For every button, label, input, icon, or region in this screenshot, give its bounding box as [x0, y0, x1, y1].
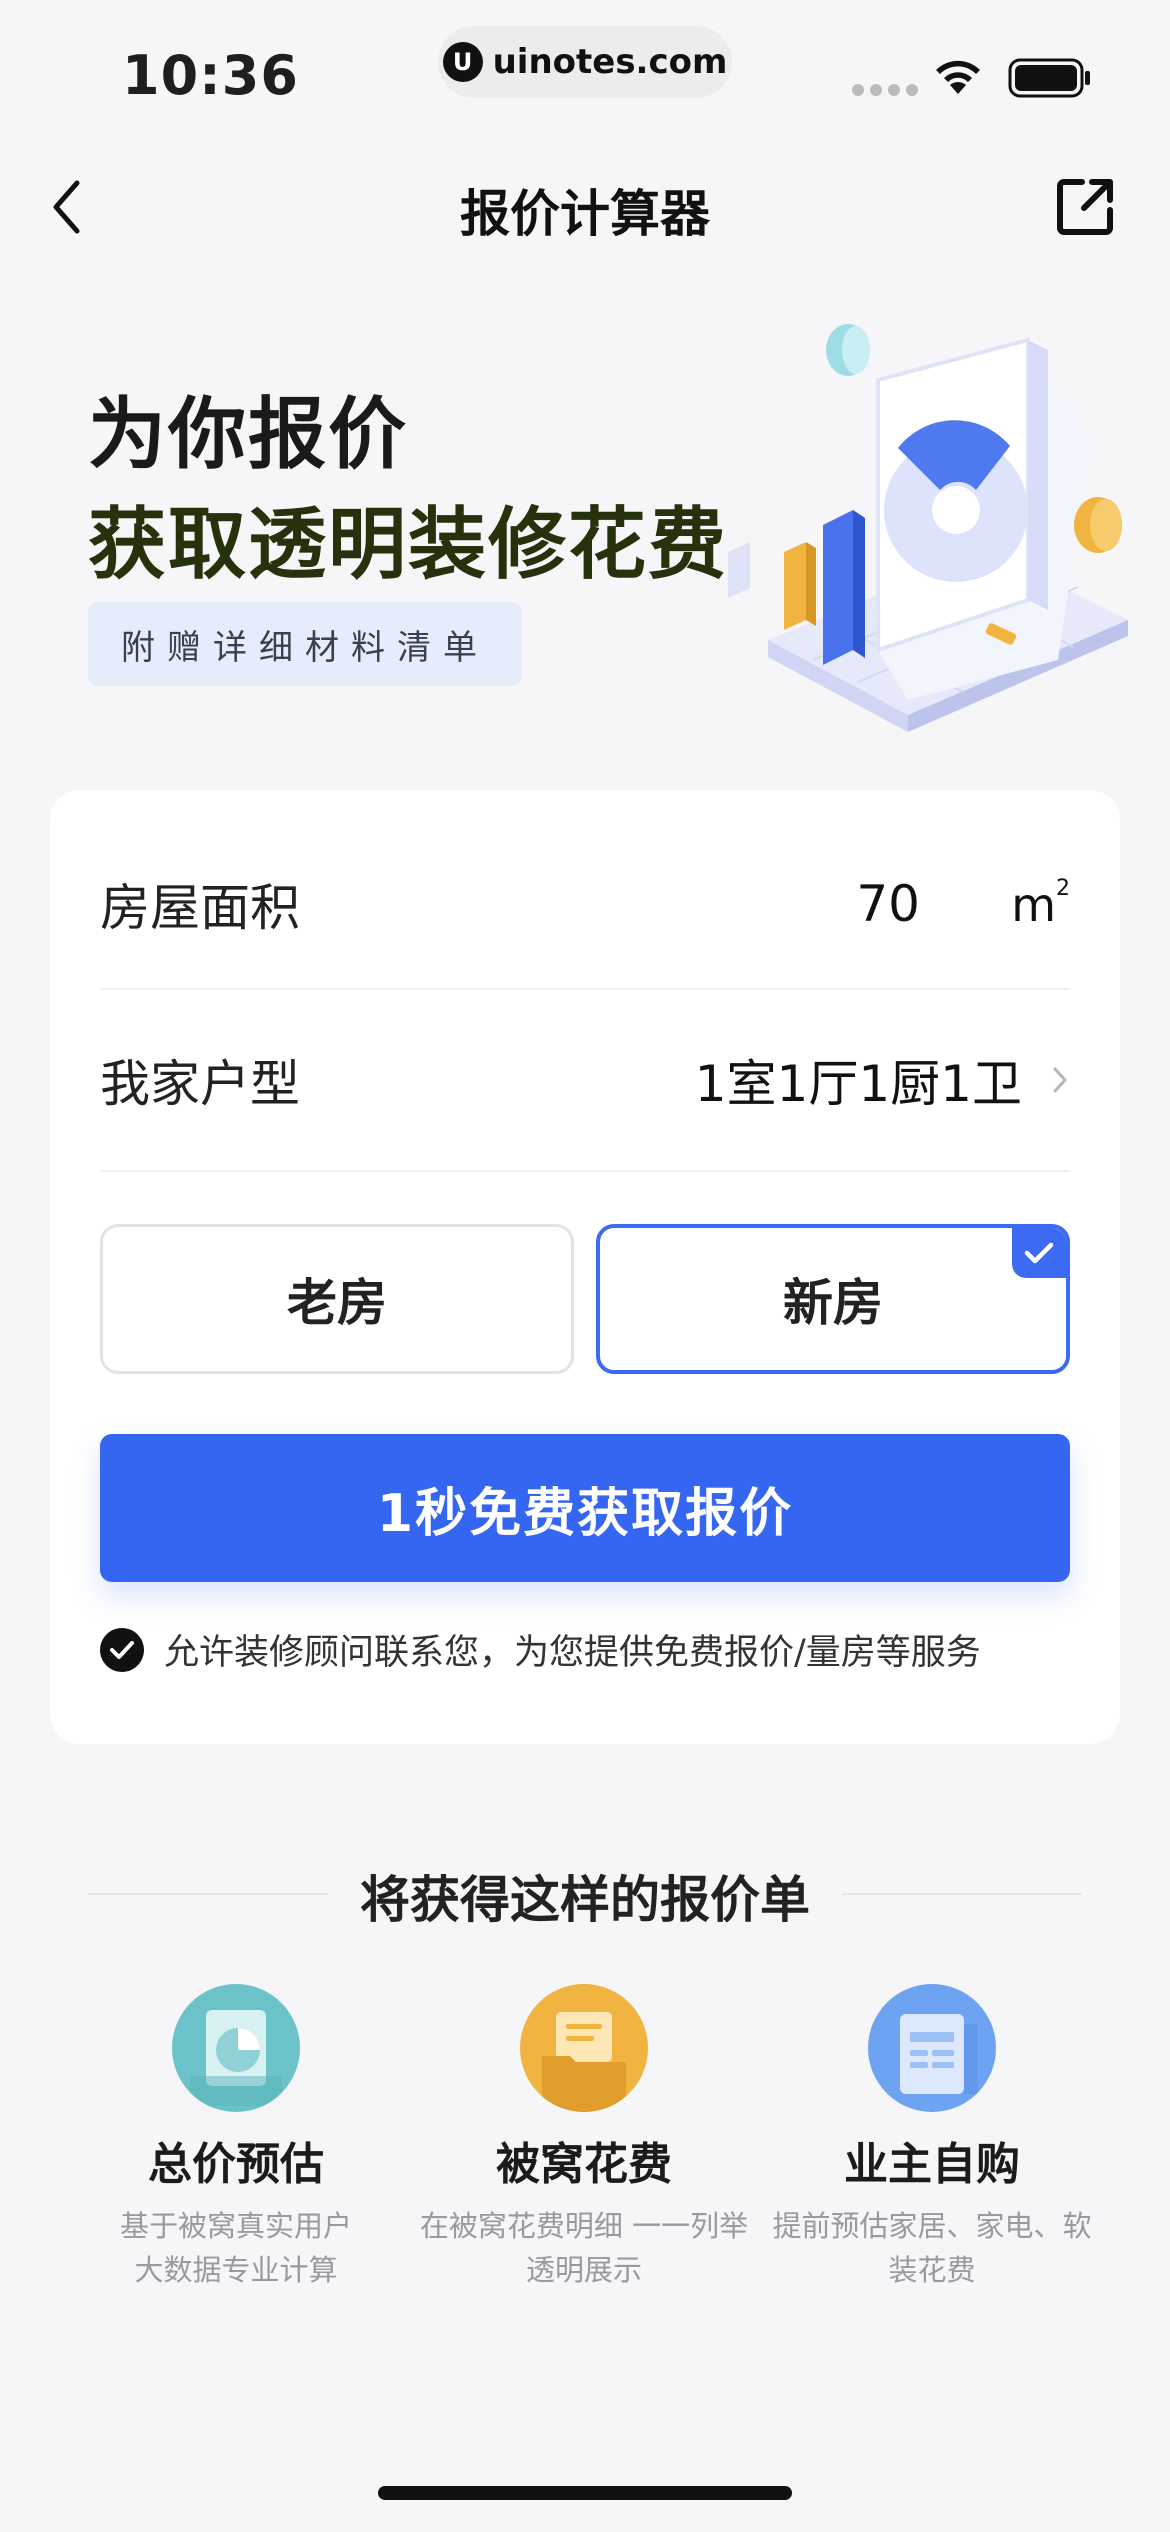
nav-bar: 报价计算器 — [0, 150, 1170, 260]
section-header: 将获得这样的报价单 — [88, 1858, 1082, 1929]
feature-desc: 提前预估家居、家电、软 装花费 — [772, 2209, 1092, 2287]
area-label: 房屋面积 — [100, 879, 300, 937]
share-external-icon[interactable] — [1054, 174, 1118, 238]
quote-calculator-page: 10:36 U uinotes.com 报价计算器 为你报价 获取透明装修花费 … — [0, 0, 1170, 2532]
hero-title: 为你报价 — [88, 390, 409, 480]
url-pill[interactable]: U uinotes.com — [438, 26, 732, 98]
layout-label: 我家户型 — [100, 1055, 300, 1113]
page-title: 报价计算器 — [460, 185, 710, 243]
chevron-right-icon — [1053, 1067, 1067, 1093]
section-title: 将获得这样的报价单 — [360, 1871, 810, 1929]
document-list-icon — [868, 1984, 996, 2112]
status-time: 10:36 — [122, 44, 299, 107]
layout-row[interactable]: 我家户型 1室1厅1厨1卫 — [100, 990, 1070, 1172]
feature-title: 总价预估 — [148, 2139, 324, 2190]
selected-check-icon — [1012, 1228, 1066, 1278]
area-input[interactable]: 70 — [856, 875, 920, 933]
area-unit: m2 — [1011, 876, 1070, 932]
quote-form-card: 房屋面积 70 m2 我家户型 1室1厅1厨1卫 老房 新房 1秒免费获取报价 … — [50, 790, 1120, 1744]
feature-owner-purchase: 业主自购 提前预估家居、家电、软 装花费 — [758, 1984, 1106, 2292]
status-bar: 10:36 U uinotes.com — [0, 0, 1170, 130]
divider — [842, 1893, 1082, 1895]
house-type-new-label: 新房 — [783, 1274, 883, 1332]
consent-checkbox[interactable] — [100, 1627, 144, 1672]
layout-value: 1室1厅1厨1卫 — [694, 1055, 1022, 1113]
feature-title: 被窝花费 — [496, 2139, 672, 2190]
pie-chart-icon — [172, 1984, 300, 2112]
wifi-icon — [936, 60, 980, 94]
feature-desc: 基于被窝真实用户 大数据专业计算 — [119, 2209, 352, 2287]
cellular-signal-icon — [852, 84, 918, 96]
get-quote-button[interactable]: 1秒免费获取报价 — [100, 1434, 1070, 1582]
url-text: uinotes.com — [492, 42, 728, 82]
feature-total-estimate: 总价预估 基于被窝真实用户 大数据专业计算 — [62, 1984, 410, 2292]
house-type-new-option[interactable]: 新房 — [596, 1224, 1070, 1374]
feature-desc: 在被窝花费明细 一一列举 透明展示 — [419, 2209, 749, 2287]
report-illustration-icon — [728, 324, 1128, 732]
feature-cost-detail: 被窝花费 在被窝花费明细 一一列举 透明展示 — [410, 1984, 758, 2292]
site-logo-icon: U — [442, 42, 483, 82]
area-row[interactable]: 房屋面积 70 m2 — [100, 820, 1070, 990]
consent-text: 允许装修顾问联系您，为您提供免费报价/量房等服务 — [164, 1633, 981, 1673]
consent-row[interactable]: 允许装修顾问联系您，为您提供免费报价/量房等服务 — [100, 1624, 981, 1675]
hero-badge: 附赠详细材料清单 — [88, 602, 522, 686]
hero-subtitle: 获取透明装修花费 — [88, 500, 729, 590]
house-type-old-option[interactable]: 老房 — [100, 1224, 574, 1374]
battery-icon — [1008, 58, 1090, 98]
folder-icon — [520, 1984, 648, 2112]
feature-title: 业主自购 — [844, 2139, 1020, 2190]
home-indicator — [378, 2486, 792, 2500]
